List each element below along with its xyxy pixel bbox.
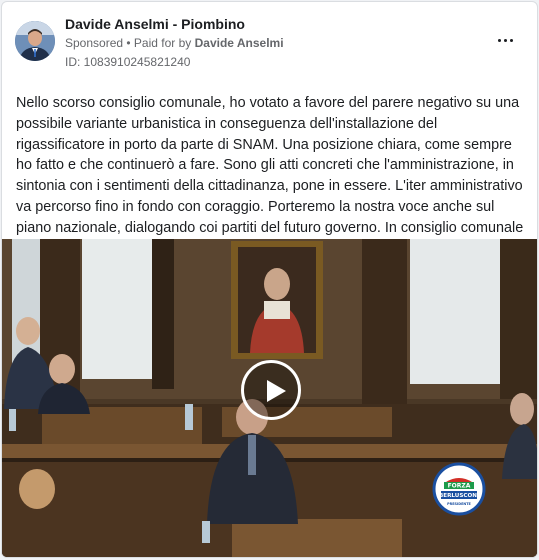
play-icon[interactable]	[241, 360, 301, 420]
ad-id: ID: 1083910245821240	[65, 55, 191, 69]
more-options-icon[interactable]	[493, 32, 517, 48]
paid-for-prefix: • Paid for by	[123, 36, 195, 50]
logo-line-4: PRESIDENTE	[447, 502, 471, 506]
page-name-link[interactable]: Davide Anselmi - Piombino	[65, 16, 245, 32]
sponsored-label: Sponsored	[65, 36, 124, 50]
paid-by-link[interactable]: Davide Anselmi	[195, 36, 284, 50]
page-avatar[interactable]	[15, 21, 55, 61]
ad-post-card: Davide Anselmi - Piombino Sponsored • Pa…	[1, 1, 538, 558]
post-body-text: Nello scorso consiglio comunale, ho vota…	[16, 95, 524, 257]
avatar-image	[15, 21, 55, 61]
sponsored-line: Sponsored • Paid for by Davide Anselmi	[65, 36, 284, 50]
logo-line-1: FORZA	[448, 483, 471, 490]
party-logo: FORZA BERLUSCONI PRESIDENTE	[432, 462, 486, 516]
logo-line-3: BERLUSCONI	[439, 493, 479, 499]
